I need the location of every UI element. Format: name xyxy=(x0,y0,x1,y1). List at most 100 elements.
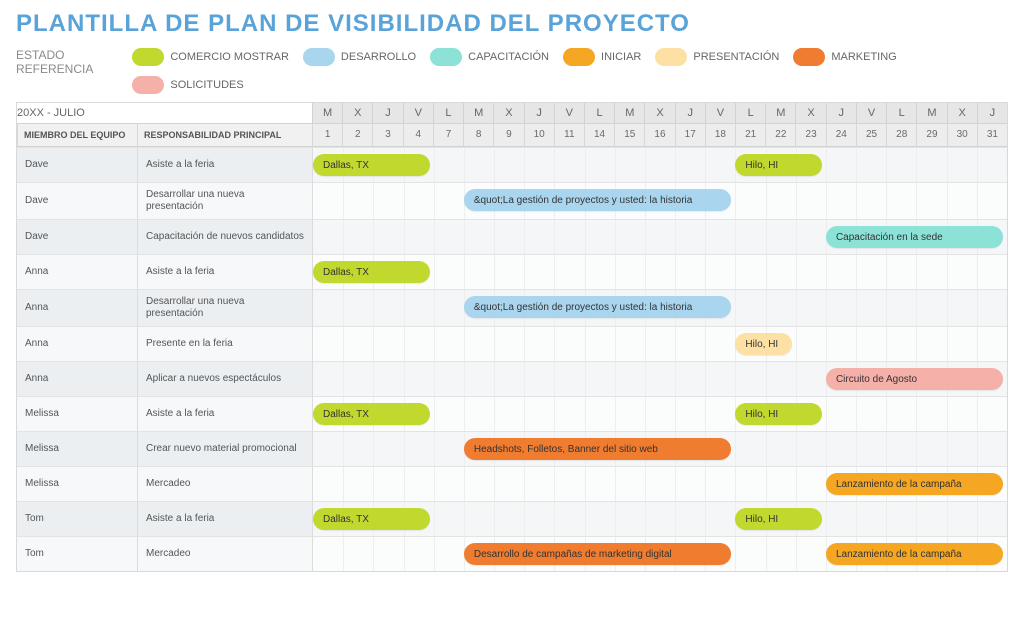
grid-cell xyxy=(343,327,373,361)
gantt-bar[interactable]: Lanzamiento de la campaña xyxy=(826,543,1003,565)
table-row: DaveAsiste a la feriaDallas, TXHilo, HI xyxy=(17,147,1007,182)
grid-cell xyxy=(916,327,946,361)
grid-cell xyxy=(434,255,464,289)
grid-cell xyxy=(766,255,796,289)
responsibility-cell: Asiste a la feria xyxy=(137,147,312,182)
bar-area: Dallas, TX Hilo, HI xyxy=(312,147,1007,182)
grid-cell xyxy=(796,537,826,571)
grid-cell xyxy=(947,502,977,536)
grid-cell xyxy=(313,467,343,501)
gantt-bar[interactable]: Hilo, HI xyxy=(735,508,822,530)
grid-cell xyxy=(705,148,735,182)
grid-cell xyxy=(404,220,434,254)
grid-cell xyxy=(373,537,403,571)
grid-cell xyxy=(735,255,765,289)
member-cell: Dave xyxy=(17,219,137,254)
gantt-bar[interactable]: Capacitación en la sede xyxy=(826,226,1003,248)
gantt-bar[interactable]: &quot;La gestión de proyectos y usted: l… xyxy=(464,296,732,318)
grid-cell xyxy=(404,432,434,466)
gantt-bar[interactable]: Hilo, HI xyxy=(735,333,791,355)
gantt-bar[interactable]: Headshots, Folletos, Banner del sitio we… xyxy=(464,438,732,460)
day-letter: X xyxy=(342,103,372,124)
grid-cell xyxy=(524,467,554,501)
grid-cell xyxy=(766,220,796,254)
grid-cell xyxy=(524,327,554,361)
grid-cell xyxy=(615,220,645,254)
grid-cell xyxy=(916,502,946,536)
member-cell: Anna xyxy=(17,326,137,361)
grid-cell xyxy=(826,432,856,466)
gantt-bar[interactable]: Lanzamiento de la campaña xyxy=(826,473,1003,495)
grid-cell xyxy=(766,290,796,326)
day-number: 28 xyxy=(886,124,916,147)
grid-cell xyxy=(796,467,826,501)
gantt-bar[interactable]: Dallas, TX xyxy=(313,261,430,283)
grid-cell xyxy=(464,148,494,182)
legend-item-5: MARKETING xyxy=(793,48,896,66)
day-letter: X xyxy=(644,103,674,124)
gantt-bar[interactable]: &quot;La gestión de proyectos y usted: l… xyxy=(464,189,732,211)
grid-cell xyxy=(434,467,464,501)
grid-cell xyxy=(585,220,615,254)
grid-cell xyxy=(856,290,886,326)
grid-cell xyxy=(404,537,434,571)
grid-cell xyxy=(766,183,796,219)
legend-item-6: SOLICITUDES xyxy=(132,76,243,94)
gantt-bar[interactable]: Circuito de Agosto xyxy=(826,368,1003,390)
gantt-bar[interactable]: Dallas, TX xyxy=(313,403,430,425)
grid-cell xyxy=(494,327,524,361)
bar-area: Lanzamiento de la campaña xyxy=(312,466,1007,501)
grid-cell xyxy=(675,467,705,501)
gantt-bar[interactable]: Dallas, TX xyxy=(313,154,430,176)
grid-cell xyxy=(705,362,735,396)
grid-cell xyxy=(947,397,977,431)
grid-cell xyxy=(434,537,464,571)
grid-cell xyxy=(705,220,735,254)
day-number: 21 xyxy=(735,124,765,147)
col-header-member: MIEMBRO DEL EQUIPO xyxy=(17,124,137,147)
day-number: 30 xyxy=(947,124,977,147)
grid-cell xyxy=(886,290,916,326)
grid-cell xyxy=(796,220,826,254)
grid-cell xyxy=(886,327,916,361)
grid-cell xyxy=(735,290,765,326)
grid-cell xyxy=(524,255,554,289)
legend-swatch xyxy=(132,76,164,94)
bar-area: Dallas, TX xyxy=(312,254,1007,289)
grid-cell xyxy=(916,397,946,431)
grid-cell xyxy=(977,432,1007,466)
grid-cell xyxy=(554,327,584,361)
day-number: 7 xyxy=(433,124,463,147)
member-cell: Melissa xyxy=(17,396,137,431)
day-number: 14 xyxy=(584,124,614,147)
grid-cell xyxy=(916,432,946,466)
grid-cell xyxy=(313,432,343,466)
grid-cell xyxy=(554,255,584,289)
grid-cell xyxy=(373,183,403,219)
grid-cell xyxy=(826,502,856,536)
legend-text: SOLICITUDES xyxy=(170,79,243,91)
grid-cell xyxy=(404,467,434,501)
grid-cell xyxy=(343,467,373,501)
grid-cell xyxy=(645,255,675,289)
legend-item-2: CAPACITACIÓN xyxy=(430,48,549,66)
grid-cell xyxy=(524,220,554,254)
day-letter: M xyxy=(916,103,946,124)
responsibility-cell: Asiste a la feria xyxy=(137,501,312,536)
grid-cell xyxy=(856,148,886,182)
gantt-bar[interactable]: Dallas, TX xyxy=(313,508,430,530)
grid-cell xyxy=(343,537,373,571)
grid-cell xyxy=(977,502,1007,536)
day-letter: M xyxy=(765,103,795,124)
legend-text: CAPACITACIÓN xyxy=(468,51,549,63)
table-row: DaveDesarrollar una nueva presentación&q… xyxy=(17,182,1007,219)
gantt-bar[interactable]: Hilo, HI xyxy=(735,154,822,176)
grid-cell xyxy=(766,537,796,571)
grid-cell xyxy=(524,502,554,536)
grid-cell xyxy=(464,502,494,536)
grid-cell xyxy=(645,502,675,536)
month-label: 20XX - JULIO xyxy=(17,103,312,124)
gantt-bar[interactable]: Hilo, HI xyxy=(735,403,822,425)
grid-cell xyxy=(886,183,916,219)
gantt-bar[interactable]: Desarrollo de campañas de marketing digi… xyxy=(464,543,732,565)
